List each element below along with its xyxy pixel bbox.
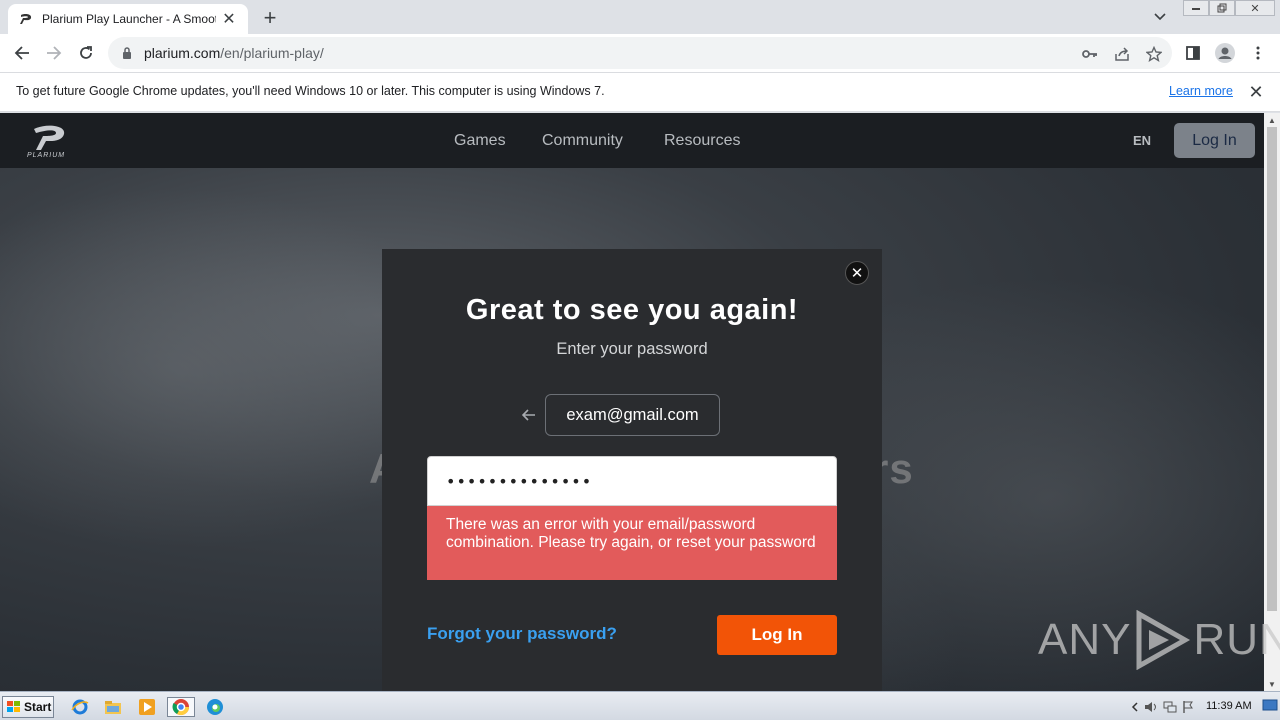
scroll-down-icon[interactable]: ▼ <box>1264 677 1280 691</box>
internet-explorer-icon[interactable] <box>69 697 91 717</box>
plarium-favicon-icon <box>18 11 34 27</box>
windows-logo-icon <box>7 701 20 712</box>
site-header: PLARIUM Games Community Resources EN Log… <box>0 113 1264 168</box>
infobar-close-icon[interactable]: ✕ <box>1247 82 1265 102</box>
anyrun-watermark: ANY RUN <box>1038 610 1280 670</box>
side-panel-icon[interactable] <box>1183 43 1203 63</box>
show-desktop-icon[interactable] <box>1262 698 1278 714</box>
modal-close-icon[interactable]: ✕ <box>845 261 869 285</box>
key-icon[interactable] <box>1081 45 1099 63</box>
language-selector[interactable]: EN <box>1133 133 1151 148</box>
window-close-button[interactable]: ✕ <box>1235 0 1275 16</box>
network-icon[interactable] <box>1162 699 1178 715</box>
play-logo-icon <box>1136 610 1191 670</box>
tab-title: Plarium Play Launcher - A Smoother <box>42 12 216 26</box>
clock[interactable]: 11:39 AM <box>1206 700 1252 712</box>
browser-toolbar: plarium.com/en/plarium-play/ <box>0 34 1280 72</box>
modal-title: Great to see you again! <box>465 294 799 326</box>
forgot-password-link[interactable]: Forgot your password? <box>427 624 617 644</box>
start-button[interactable]: Start <box>2 696 54 718</box>
windows-taskbar: Start 11:39 AM <box>0 691 1280 720</box>
scroll-thumb[interactable] <box>1267 127 1277 611</box>
scroll-up-icon[interactable]: ▲ <box>1264 113 1280 127</box>
plarium-logo[interactable]: PLARIUM <box>26 123 74 159</box>
bookmark-star-icon[interactable] <box>1145 45 1163 63</box>
tab-search-chevron-icon[interactable] <box>1150 8 1170 26</box>
header-login-button[interactable]: Log In <box>1174 123 1255 158</box>
restore-button[interactable] <box>1209 0 1235 16</box>
infobar-message: To get future Google Chrome updates, you… <box>16 84 605 98</box>
tray-expand-icon[interactable] <box>1127 699 1143 715</box>
profile-avatar-icon[interactable] <box>1215 43 1235 63</box>
lock-icon[interactable] <box>120 46 134 60</box>
share-icon[interactable] <box>1113 45 1131 63</box>
tab-strip: Plarium Play Launcher - A Smoother ✕ + ✕ <box>0 0 1280 34</box>
back-icon[interactable] <box>10 41 34 65</box>
watermark-right-text: RUN <box>1193 615 1280 664</box>
watermark-left-text: ANY <box>1038 615 1132 664</box>
media-player-icon[interactable] <box>136 697 158 717</box>
action-center-flag-icon[interactable] <box>1180 699 1196 715</box>
page-scrollbar[interactable]: ▲ ▼ <box>1264 113 1280 691</box>
nav-resources[interactable]: Resources <box>664 132 740 150</box>
error-message: There was an error with your email/passw… <box>427 506 837 580</box>
menu-kebab-icon[interactable] <box>1248 43 1268 63</box>
svg-text:PLARIUM: PLARIUM <box>27 152 65 159</box>
volume-icon[interactable] <box>1143 699 1159 715</box>
email-display[interactable]: exam@gmail.com <box>545 394 720 436</box>
url-text: plarium.com/en/plarium-play/ <box>144 45 324 61</box>
new-tab-button[interactable]: + <box>258 5 282 30</box>
modal-subtitle: Enter your password <box>556 340 708 358</box>
nav-games[interactable]: Games <box>454 132 506 150</box>
minimize-button[interactable] <box>1183 0 1209 16</box>
file-explorer-icon[interactable] <box>102 697 124 717</box>
address-bar[interactable]: plarium.com/en/plarium-play/ <box>108 37 1172 69</box>
chrome-taskbar-icon[interactable] <box>167 697 195 717</box>
learn-more-link[interactable]: Learn more <box>1169 84 1233 98</box>
edge-icon[interactable] <box>204 697 226 717</box>
back-arrow-icon[interactable] <box>519 405 539 425</box>
forward-icon[interactable] <box>42 41 66 65</box>
reload-icon[interactable] <box>74 41 98 65</box>
tab-close-icon[interactable]: ✕ <box>220 10 238 28</box>
password-input[interactable] <box>427 456 837 506</box>
update-infobar: To get future Google Chrome updates, you… <box>0 72 1280 112</box>
browser-tab[interactable]: Plarium Play Launcher - A Smoother ✕ <box>8 4 248 34</box>
login-button[interactable]: Log In <box>717 615 837 655</box>
nav-community[interactable]: Community <box>542 132 623 150</box>
